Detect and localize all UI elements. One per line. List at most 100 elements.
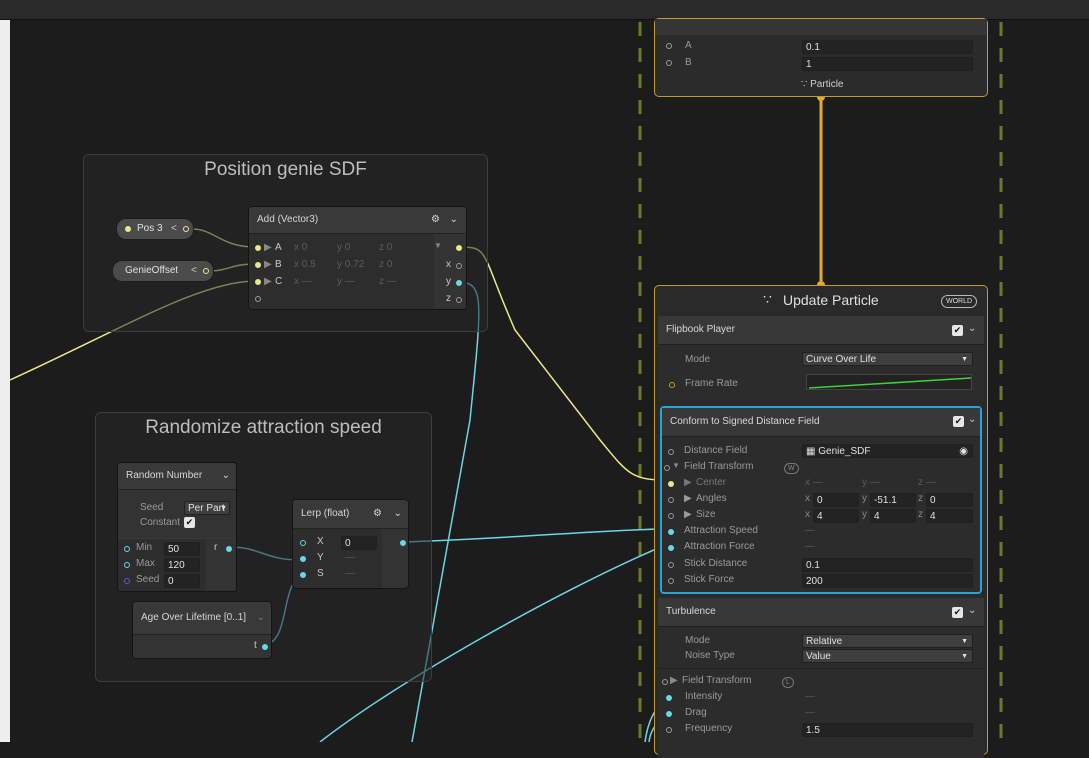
input-port-field-transform[interactable] bbox=[662, 679, 668, 685]
input-port-attraction-force[interactable] bbox=[668, 545, 674, 551]
input-port-a[interactable] bbox=[666, 43, 672, 49]
input-port-frequency[interactable] bbox=[666, 727, 672, 733]
space-badge[interactable]: WORLD bbox=[941, 295, 978, 308]
output-port-y[interactable] bbox=[456, 280, 462, 286]
node-header[interactable]: Lerp (float) ⚙ ⌄ bbox=[293, 500, 408, 529]
field-y[interactable]: y 0 bbox=[337, 240, 350, 256]
chevron-down-icon[interactable]: ⌄ bbox=[968, 414, 976, 425]
input-port-min[interactable] bbox=[124, 546, 130, 552]
input-port-distance-field[interactable] bbox=[668, 449, 674, 455]
center-z[interactable]: z — bbox=[918, 477, 936, 488]
mode-dropdown[interactable]: Curve Over Life ▼ bbox=[802, 352, 973, 366]
expand-arrow-icon[interactable]: ▶ bbox=[670, 675, 678, 686]
angles-x[interactable]: 0 bbox=[813, 493, 859, 507]
context-initialize-particle[interactable]: A 0.1 B 1 ∵ Particle bbox=[654, 18, 988, 97]
expand-arrow-icon[interactable]: ▶ bbox=[264, 240, 272, 256]
object-picker-icon[interactable]: ◉ bbox=[959, 445, 968, 458]
input-port-s[interactable] bbox=[300, 572, 306, 578]
chevron-down-icon[interactable]: ⌄ bbox=[968, 323, 976, 334]
field-y[interactable]: y — bbox=[337, 274, 355, 290]
property-node-pos3[interactable]: Pos 3 < bbox=[116, 218, 194, 240]
gear-icon[interactable]: ⚙ bbox=[373, 500, 382, 528]
seed-field[interactable]: 0 bbox=[164, 574, 200, 588]
output-port-r[interactable] bbox=[226, 546, 232, 552]
input-port-seed[interactable] bbox=[124, 578, 130, 584]
expand-arrow-icon[interactable]: ▶ bbox=[264, 257, 272, 273]
block-flipbook-player[interactable]: Flipbook Player ✔ ⌄ Mode Curve Over Life… bbox=[658, 316, 984, 401]
stick-distance-field[interactable]: 0.1 bbox=[802, 558, 973, 572]
input-port-c[interactable] bbox=[255, 279, 261, 285]
block-enabled-checkbox[interactable]: ✔ bbox=[953, 416, 964, 427]
field-x[interactable]: x 0 bbox=[294, 240, 307, 256]
frame-rate-curve[interactable] bbox=[806, 374, 972, 390]
expand-arrow-icon[interactable]: ▶ bbox=[684, 493, 692, 504]
output-port[interactable] bbox=[203, 268, 209, 274]
input-port-y[interactable] bbox=[300, 556, 306, 562]
input-port-center[interactable] bbox=[668, 481, 674, 487]
attraction-speed-field[interactable]: — bbox=[805, 525, 815, 536]
field-z[interactable]: z 0 bbox=[379, 240, 392, 256]
output-port[interactable] bbox=[400, 540, 406, 546]
input-port-max[interactable] bbox=[124, 562, 130, 568]
expand-arrow-icon[interactable]: ▼ bbox=[434, 241, 442, 250]
field-z[interactable]: z — bbox=[379, 274, 397, 290]
expand-arrow-icon[interactable]: ▶ bbox=[684, 477, 692, 488]
input-port-stick-distance[interactable] bbox=[668, 562, 674, 568]
mode-dropdown[interactable]: Relative ▼ bbox=[802, 634, 973, 648]
attraction-force-field[interactable]: — bbox=[805, 541, 815, 552]
context-header[interactable]: ∵ Update Particle WORLD bbox=[655, 286, 987, 316]
input-port-stick-force[interactable] bbox=[668, 578, 674, 584]
node-header[interactable]: Add (Vector3) ⚙ ⌄ bbox=[249, 207, 466, 234]
block-turbulence[interactable]: Turbulence ✔ ⌄ Mode Relative ▼ Noise Type… bbox=[658, 598, 984, 758]
chevron-left-icon[interactable]: < bbox=[191, 265, 197, 276]
x-field[interactable]: 0 bbox=[341, 536, 377, 550]
center-x[interactable]: x — bbox=[805, 477, 823, 488]
size-z[interactable]: 4 bbox=[926, 509, 973, 523]
input-port-frame-rate[interactable] bbox=[669, 382, 675, 388]
min-field[interactable]: 50 bbox=[164, 542, 200, 556]
angles-y[interactable]: -51.1 bbox=[870, 493, 916, 507]
chevron-down-icon[interactable]: ⌄ bbox=[222, 463, 230, 489]
input-port-drag[interactable] bbox=[666, 711, 672, 717]
input-port-attraction-speed[interactable] bbox=[668, 529, 674, 535]
input-port-field-transform[interactable] bbox=[664, 465, 670, 471]
distance-field-object[interactable]: ▦ Genie_SDF ◉ bbox=[802, 444, 973, 458]
node-header[interactable]: Random Number ⌄ bbox=[118, 463, 236, 490]
chevron-down-icon[interactable]: ⌄ bbox=[257, 602, 265, 634]
input-port-intensity[interactable] bbox=[666, 695, 672, 701]
input-port-new[interactable] bbox=[255, 296, 261, 302]
field-z[interactable]: z 0 bbox=[379, 257, 392, 273]
input-port-size[interactable] bbox=[668, 513, 674, 519]
input-port-angles[interactable] bbox=[668, 497, 674, 503]
noise-type-dropdown[interactable]: Value ▼ bbox=[802, 649, 973, 663]
frequency-field[interactable]: 1.5 bbox=[802, 723, 973, 737]
gear-icon[interactable]: ⚙ bbox=[431, 207, 440, 233]
field-y[interactable]: y 0.72 bbox=[337, 257, 364, 273]
b-field[interactable]: 1 bbox=[802, 57, 973, 71]
node-age-over-lifetime[interactable]: Age Over Lifetime [0..1] ⌄ t bbox=[132, 601, 272, 659]
block-header[interactable]: Turbulence bbox=[658, 598, 984, 627]
chevron-down-icon[interactable]: ⌄ bbox=[394, 500, 402, 528]
chevron-down-icon[interactable]: ⌄ bbox=[450, 207, 458, 233]
node-random-number[interactable]: Random Number ⌄ Seed Per Part ▼ Constant … bbox=[117, 462, 237, 592]
input-port-x[interactable] bbox=[300, 540, 306, 546]
size-y[interactable]: 4 bbox=[870, 509, 916, 523]
a-field[interactable]: 0.1 bbox=[802, 40, 973, 54]
size-x[interactable]: 4 bbox=[813, 509, 859, 523]
seed-dropdown[interactable]: Per Part ▼ bbox=[184, 501, 230, 515]
output-port-x[interactable] bbox=[456, 263, 462, 269]
block-enabled-checkbox[interactable]: ✔ bbox=[952, 607, 963, 618]
y-field[interactable]: — bbox=[345, 552, 355, 563]
expand-arrow-icon[interactable]: ▼ bbox=[672, 461, 680, 470]
property-node-genieoffset[interactable]: GenieOffset < bbox=[112, 260, 214, 282]
node-lerp-float[interactable]: Lerp (float) ⚙ ⌄ X 0 Y — S — bbox=[292, 499, 409, 589]
output-port-z[interactable] bbox=[456, 297, 462, 303]
input-port-b[interactable] bbox=[255, 262, 261, 268]
block-enabled-checkbox[interactable]: ✔ bbox=[952, 325, 963, 336]
block-header[interactable]: Conform to Signed Distance Field bbox=[662, 408, 980, 437]
expand-arrow-icon[interactable]: ▶ bbox=[684, 509, 692, 520]
expand-arrow-icon[interactable]: ▶ bbox=[264, 274, 272, 290]
max-field[interactable]: 120 bbox=[164, 558, 200, 572]
chevron-down-icon[interactable]: ⌄ bbox=[968, 605, 976, 616]
block-header[interactable]: Flipbook Player bbox=[658, 316, 984, 345]
